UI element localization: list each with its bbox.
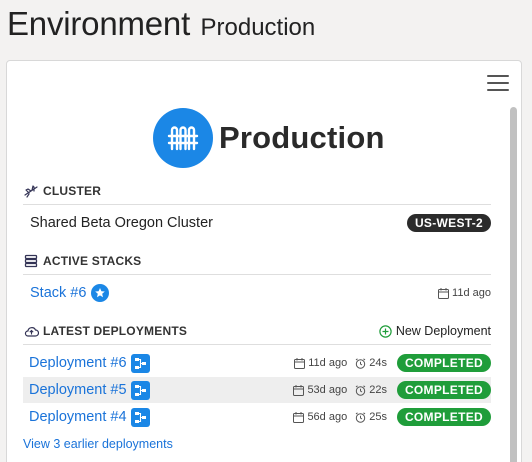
deployment-link[interactable]: Deployment #4 [29, 409, 127, 425]
deployment-meta: 11d ago 24s COMPLETED [294, 354, 491, 372]
status-badge: COMPLETED [396, 381, 491, 399]
calendar-icon [293, 384, 305, 396]
deployment-duration: 24s [355, 357, 387, 369]
environment-name: Production [219, 120, 385, 155]
deployment-row: Deployment #6 11d ago 24s COMPLETED [23, 350, 491, 376]
duration-text: 22s [369, 384, 387, 396]
view-earlier-deployments-link[interactable]: View 3 earlier deployments [23, 437, 173, 451]
environment-panel: Production CLUSTER Shared Beta Oregon Cl… [6, 60, 522, 462]
date-text: 11d ago [308, 357, 348, 369]
alarm-clock-icon [355, 357, 366, 369]
deployment-date: 56d ago [293, 411, 347, 423]
date-text: 56d ago [307, 411, 348, 423]
cloud-icon [23, 323, 39, 339]
diagram-icon[interactable] [130, 407, 150, 427]
deployment-date: 53d ago [293, 384, 347, 396]
duration-text: 25s [369, 411, 387, 423]
status-badge: COMPLETED [396, 354, 491, 372]
divider [23, 344, 491, 345]
deployment-duration: 25s [355, 411, 387, 423]
date-text: 53d ago [307, 384, 348, 396]
scrollbar[interactable] [510, 107, 517, 462]
cluster-row: Shared Beta Oregon Cluster US-WEST-2 [23, 210, 491, 236]
deployment-link[interactable]: Deployment #6 [29, 355, 127, 371]
active-stacks-heading: ACTIVE STACKS [43, 254, 142, 268]
deployments-section-header: LATEST DEPLOYMENTS New Deployment [23, 322, 491, 340]
stack-icon [153, 108, 213, 168]
deployment-date: 11d ago [294, 357, 347, 369]
page-header: Environment Production [7, 5, 315, 45]
alarm-clock-icon [355, 384, 366, 396]
environment-header: Production [153, 108, 385, 168]
calendar-icon [438, 287, 450, 299]
cluster-name: Shared Beta Oregon Cluster [30, 215, 213, 231]
duration-text: 24s [369, 357, 387, 369]
active-stacks-section-header: ACTIVE STACKS [23, 252, 491, 270]
date-text: 11d ago [452, 287, 491, 299]
page-subtitle: Production [200, 14, 316, 41]
deployments-heading: LATEST DEPLOYMENTS [43, 324, 188, 338]
page-title: Environment [7, 5, 191, 42]
deployment-meta: 53d ago 22s COMPLETED [293, 381, 491, 399]
stack-date: 11d ago [438, 287, 491, 299]
hamburger-menu-icon[interactable] [487, 75, 509, 93]
plus-circle-icon [379, 324, 392, 338]
stack-row: Stack #6 11d ago [23, 280, 491, 306]
diagram-icon[interactable] [130, 380, 150, 400]
diagram-icon[interactable] [130, 353, 150, 373]
calendar-icon [294, 357, 306, 369]
status-badge: COMPLETED [396, 408, 491, 426]
layers-icon [23, 253, 39, 269]
stack-link[interactable]: Stack #6 [30, 285, 86, 301]
divider [23, 274, 491, 275]
alarm-clock-icon [355, 411, 366, 423]
calendar-icon [293, 411, 305, 423]
divider [23, 204, 491, 205]
star-icon [91, 284, 110, 302]
deployment-link[interactable]: Deployment #5 [29, 382, 127, 398]
cluster-heading: CLUSTER [43, 184, 102, 198]
deployment-row: Deployment #5 53d ago 22s COMPLETED [23, 377, 491, 403]
plane-icon [23, 183, 39, 199]
region-badge: US-WEST-2 [406, 214, 491, 232]
deployment-row: Deployment #4 56d ago 25s COMPLETED [23, 404, 491, 430]
deployment-meta: 56d ago 25s COMPLETED [293, 408, 491, 426]
new-deployment-button[interactable]: New Deployment [379, 324, 491, 338]
new-deployment-label: New Deployment [395, 324, 491, 338]
cluster-section-header: CLUSTER [23, 182, 491, 200]
deployment-duration: 22s [355, 384, 387, 396]
